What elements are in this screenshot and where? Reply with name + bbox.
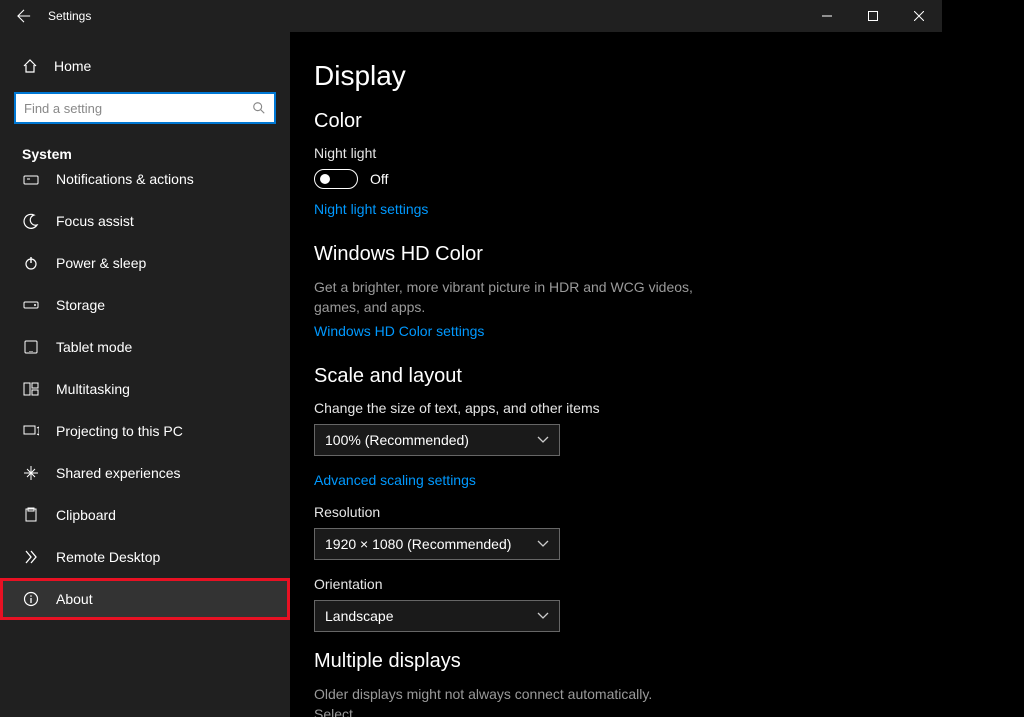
arrow-left-icon [17, 9, 31, 23]
power-icon [22, 254, 40, 272]
chevron-down-icon [537, 436, 549, 444]
sidebar-items: Notifications & actions Focus assist Pow… [0, 172, 290, 717]
sidebar-item-about[interactable]: About [0, 578, 290, 620]
night-light-label: Night light [314, 145, 918, 161]
sidebar: Home System Notifications & actions Focu… [0, 32, 290, 717]
orientation-dropdown[interactable]: Landscape [314, 600, 560, 632]
window-title: Settings [48, 9, 91, 23]
scale-label: Change the size of text, apps, and other… [314, 400, 918, 416]
sidebar-item-clipboard[interactable]: Clipboard [0, 494, 290, 536]
advanced-scaling-link[interactable]: Advanced scaling settings [314, 472, 476, 488]
sidebar-item-projecting[interactable]: Projecting to this PC [0, 410, 290, 452]
resolution-label: Resolution [314, 504, 918, 520]
resolution-dropdown[interactable]: 1920 × 1080 (Recommended) [314, 528, 560, 560]
project-icon [22, 422, 40, 440]
resolution-value: 1920 × 1080 (Recommended) [325, 536, 511, 552]
home-icon [22, 58, 38, 74]
maximize-button[interactable] [850, 0, 896, 32]
multiple-displays-description: Older displays might not always connect … [314, 685, 694, 717]
search-field[interactable] [24, 101, 252, 116]
night-light-toggle[interactable] [314, 169, 358, 189]
multiple-displays-heading: Multiple displays [314, 650, 918, 673]
shared-icon [22, 464, 40, 482]
minimize-icon [822, 11, 832, 21]
sidebar-item-label: Multitasking [56, 381, 130, 397]
remote-desktop-icon [22, 548, 40, 566]
maximize-icon [868, 11, 878, 21]
close-icon [914, 11, 924, 21]
about-icon [22, 590, 40, 608]
sidebar-item-label: Power & sleep [56, 255, 146, 271]
sidebar-item-focus-assist[interactable]: Focus assist [0, 200, 290, 242]
sidebar-home-label: Home [54, 58, 91, 74]
hd-color-settings-link[interactable]: Windows HD Color settings [314, 323, 484, 339]
sidebar-item-label: Clipboard [56, 507, 116, 523]
minimize-button[interactable] [804, 0, 850, 32]
window-controls [804, 0, 942, 32]
hd-color-heading: Windows HD Color [314, 243, 918, 266]
orientation-value: Landscape [325, 608, 394, 624]
orientation-label: Orientation [314, 576, 918, 592]
back-button[interactable] [16, 8, 32, 24]
sidebar-item-label: Focus assist [56, 213, 134, 229]
sidebar-item-label: About [56, 591, 93, 607]
moon-icon [22, 212, 40, 230]
hd-color-description: Get a brighter, more vibrant picture in … [314, 278, 694, 317]
sidebar-category: System [0, 132, 290, 172]
color-heading: Color [314, 110, 918, 133]
sidebar-item-label: Projecting to this PC [56, 423, 183, 439]
content-area: Display Color Night light Off Night ligh… [290, 32, 942, 717]
sidebar-item-shared-experiences[interactable]: Shared experiences [0, 452, 290, 494]
toggle-knob [320, 174, 330, 184]
sidebar-item-tablet-mode[interactable]: Tablet mode [0, 326, 290, 368]
tablet-icon [22, 338, 40, 356]
close-button[interactable] [896, 0, 942, 32]
sidebar-item-label: Shared experiences [56, 465, 181, 481]
search-icon [252, 101, 266, 115]
chevron-down-icon [537, 612, 549, 620]
sidebar-item-label: Notifications & actions [56, 172, 194, 187]
settings-window: Settings Home System No [0, 0, 942, 717]
clipboard-icon [22, 506, 40, 524]
sidebar-item-label: Remote Desktop [56, 549, 160, 565]
scale-value: 100% (Recommended) [325, 432, 469, 448]
sidebar-item-multitasking[interactable]: Multitasking [0, 368, 290, 410]
sidebar-item-storage[interactable]: Storage [0, 284, 290, 326]
night-light-state: Off [370, 171, 388, 187]
night-light-settings-link[interactable]: Night light settings [314, 201, 428, 217]
sidebar-item-label: Storage [56, 297, 105, 313]
sidebar-item-remote-desktop[interactable]: Remote Desktop [0, 536, 290, 578]
scale-dropdown[interactable]: 100% (Recommended) [314, 424, 560, 456]
sidebar-home[interactable]: Home [0, 44, 290, 88]
titlebar: Settings [0, 0, 942, 32]
scale-heading: Scale and layout [314, 365, 918, 388]
search-input[interactable] [14, 92, 276, 124]
storage-icon [22, 296, 40, 314]
sidebar-item-power-sleep[interactable]: Power & sleep [0, 242, 290, 284]
sidebar-item-label: Tablet mode [56, 339, 132, 355]
chevron-down-icon [537, 540, 549, 548]
notifications-icon [22, 172, 40, 188]
page-title: Display [314, 60, 918, 92]
sidebar-item-notifications[interactable]: Notifications & actions [0, 172, 290, 200]
multitasking-icon [22, 380, 40, 398]
